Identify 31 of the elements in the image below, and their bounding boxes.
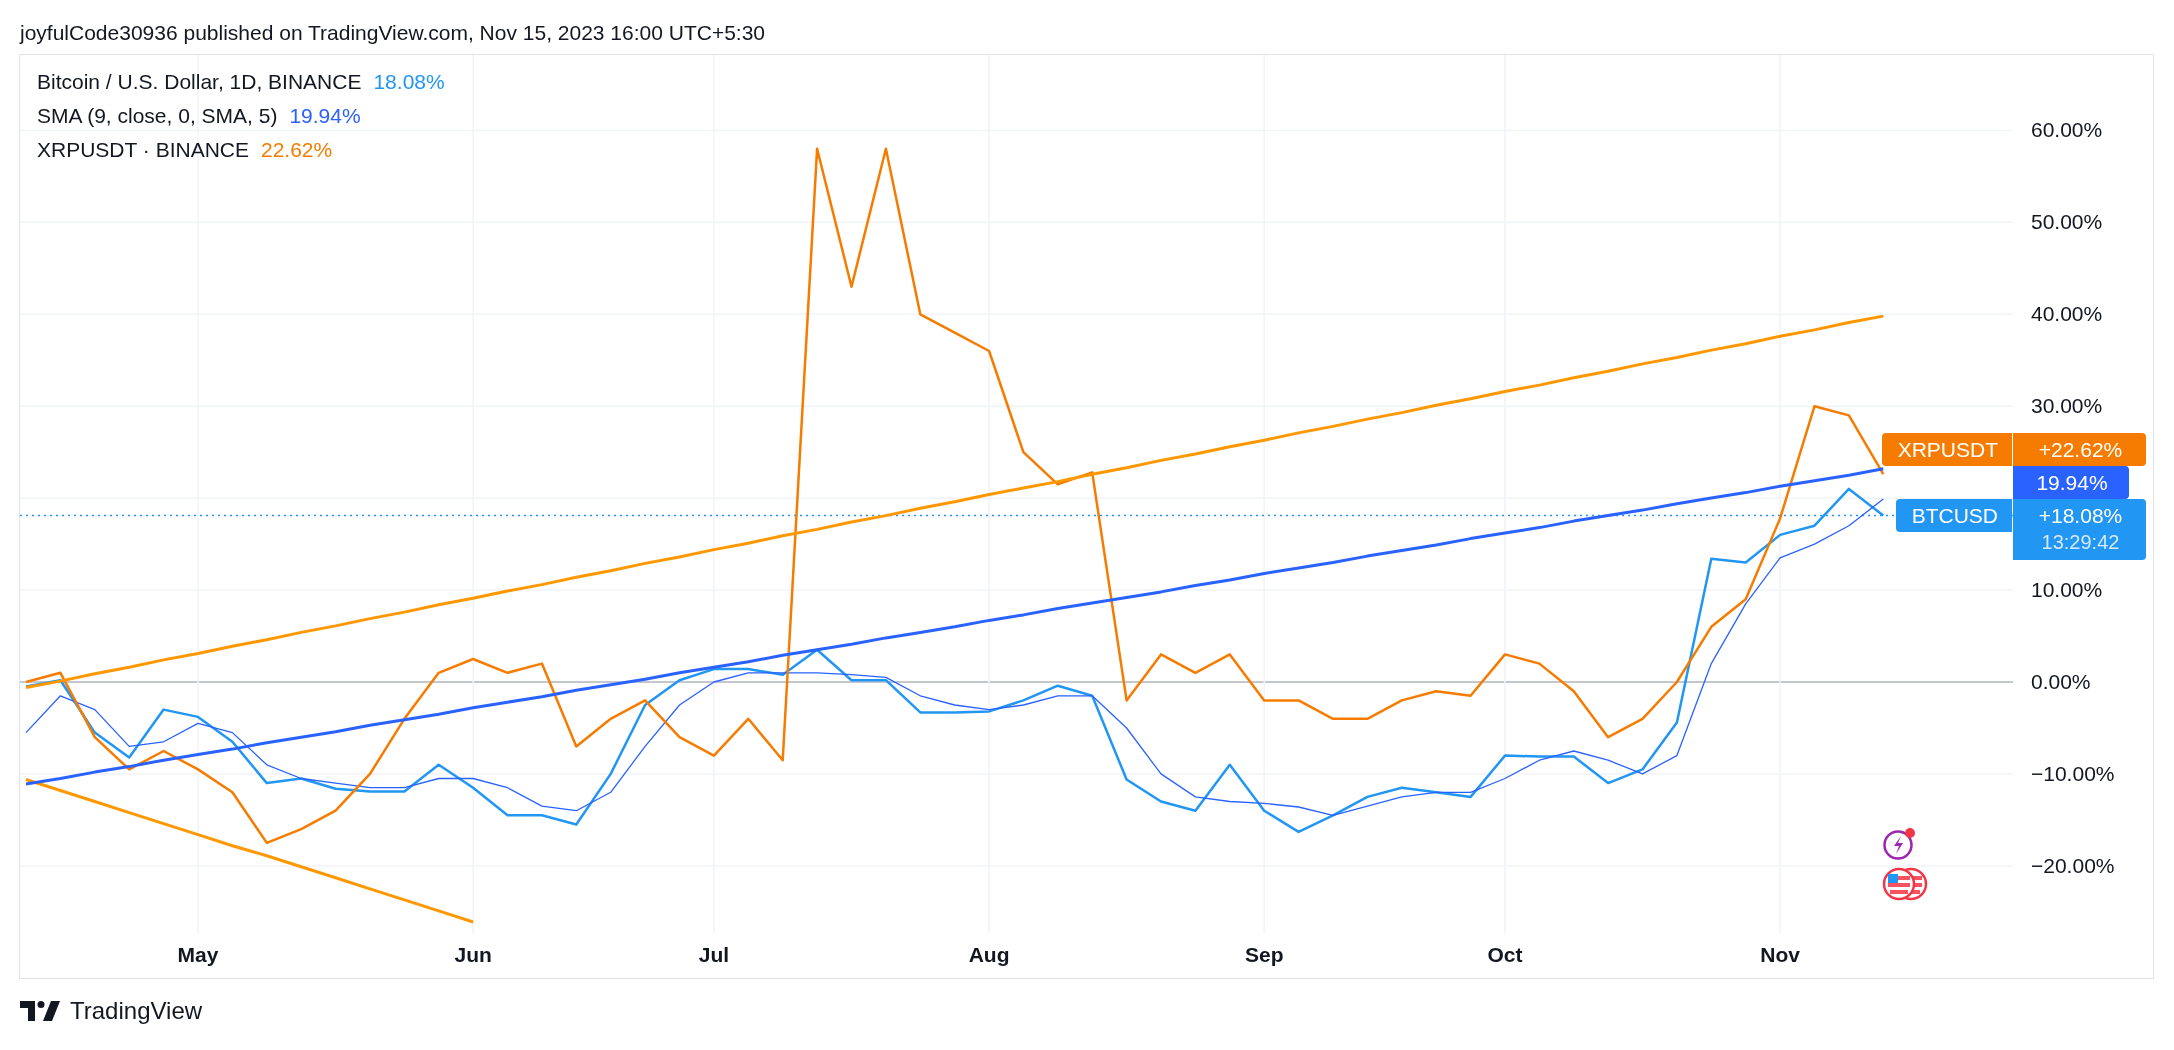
publish-info: joyfulCode30936 published on TradingView.com, Nov 15, 2023 16:00 UTC+5:30 (18, 20, 767, 46)
axis-label: −20.00% (2031, 853, 2115, 878)
lightning-icon[interactable] (1882, 825, 1918, 861)
price-badge: +18.08% 13:29:42 (2013, 498, 2146, 560)
legend-value: 22.62% (261, 137, 333, 163)
axis-label: 40.00% (2031, 302, 2103, 327)
axis-label: 60.00% (2031, 118, 2103, 143)
axis-label: 30.00% (2031, 394, 2103, 419)
axis-label: 0.00% (2031, 670, 2091, 694)
symbol-badge: XRPUSDT (1881, 432, 2012, 466)
legend-value: 18.08% (373, 69, 445, 95)
symbol-badge: BTCUSD (1895, 498, 2012, 532)
legend-value: 19.94% (289, 103, 361, 129)
axis-label: −10.00% (2031, 761, 2115, 786)
legend-label: SMA (9, close, 0, SMA, 5) (37, 103, 278, 129)
axis-label: May (177, 943, 219, 967)
axis-label: Oct (1487, 943, 1523, 967)
price-badge: +22.62% (2013, 432, 2146, 466)
axis-label: 10.00% (2031, 578, 2103, 603)
axis-label: Jun (454, 943, 492, 967)
axis-label: Jul (698, 943, 730, 967)
axis-label: Nov (1760, 943, 1800, 967)
axis-label: Sep (1244, 943, 1284, 967)
axis-label: Aug (968, 943, 1010, 967)
brand-name[interactable]: TradingView (70, 997, 203, 1025)
legend-label: Bitcoin / U.S. Dollar, 1D, BINANCE (37, 69, 362, 95)
brand-logo-icon[interactable] (20, 1001, 60, 1021)
axis-label: 50.00% (2031, 210, 2103, 235)
flag-coins-icon[interactable] (1882, 867, 1928, 901)
legend-label: XRPUSDT · BINANCE (37, 137, 249, 163)
price-badge: 19.94% (2013, 465, 2129, 499)
